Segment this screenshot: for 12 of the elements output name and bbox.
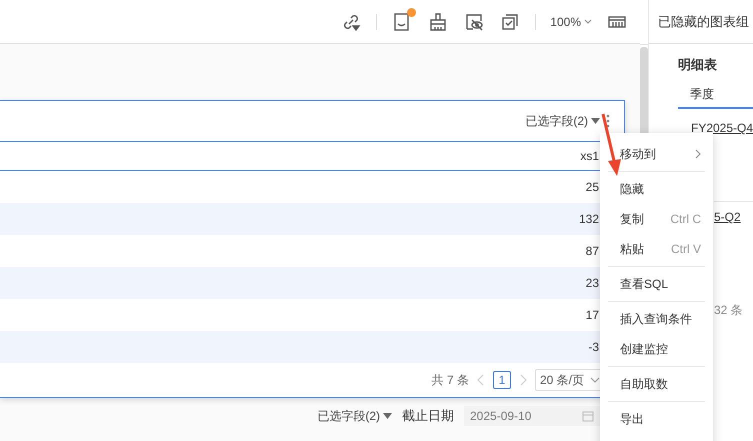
column-header: xs1 [580, 149, 599, 163]
table-cell: -3 [588, 340, 599, 354]
table-cell: 23 [586, 276, 599, 290]
date-label: 截止日期 [402, 407, 454, 425]
table-cell: 25 [586, 180, 599, 194]
table-cell: 132 [578, 212, 599, 226]
count-text: 32 条 [714, 303, 743, 317]
total-count: 共 7 条 [432, 372, 469, 388]
table-cell: 87 [586, 244, 599, 258]
panel-title: 已隐藏的图表组 [649, 0, 753, 44]
section-title: 明细表 [678, 56, 718, 74]
table-cell: 17 [586, 308, 599, 322]
